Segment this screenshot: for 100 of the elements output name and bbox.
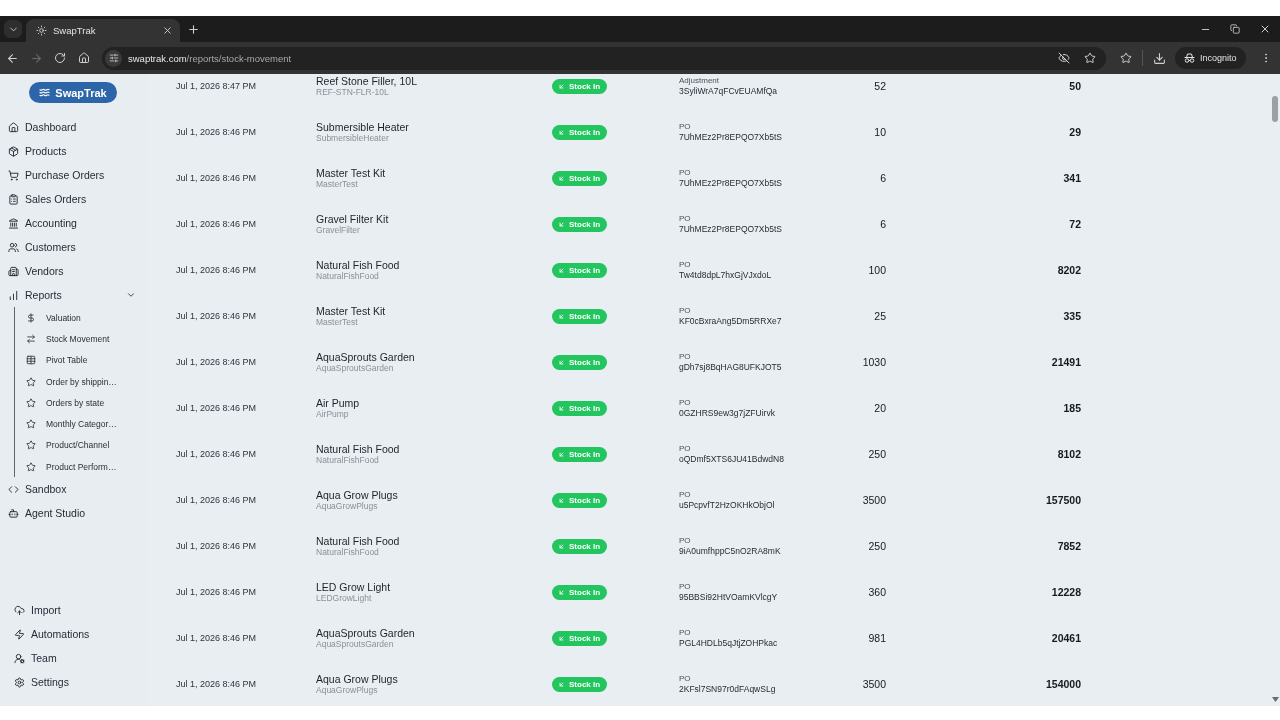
nav-sublink[interactable]: Order by shippin… <box>15 370 148 393</box>
settings-icon <box>14 676 25 688</box>
sliders-icon[interactable] <box>105 49 122 67</box>
reference-id: KF0cBxraAng5Dm5RRXe7 <box>679 316 782 327</box>
balance-value: 21491 <box>1051 356 1081 368</box>
reference-type: PO <box>679 397 691 408</box>
nav-sublink[interactable]: Product Perform… <box>15 456 148 478</box>
nav-link[interactable]: Vendors <box>0 259 148 283</box>
url-text: swaptrak.com/reports/stock-movement <box>128 52 293 64</box>
reference-id: Tw4td8dpL7hxGjVJxdoL <box>679 270 772 281</box>
tab-search-button[interactable] <box>4 20 22 38</box>
nav-link[interactable]: Dashboard <box>0 115 148 139</box>
reference-id: u5PcpvfT2HzOKHkObjOl <box>679 500 775 511</box>
address-field[interactable]: swaptrak.com/reports/stock-movement <box>102 46 1106 70</box>
reference-type: PO <box>679 259 691 270</box>
house-icon <box>8 121 19 133</box>
nav-link[interactable]: Team <box>0 646 148 670</box>
product-sku: LEDGrowLight <box>316 592 372 604</box>
product-sku: MasterTest <box>316 316 358 328</box>
nav-link[interactable]: Reports <box>0 283 148 307</box>
product-name: AquaSprouts Garden <box>316 350 415 363</box>
star-icon <box>26 397 36 408</box>
hat-glasses-icon <box>1184 53 1195 63</box>
reference-id: 9iA0umfhppC5nO2RA8mK <box>679 546 781 557</box>
nav-sublink[interactable]: Stock Movement <box>15 328 148 350</box>
nav-link[interactable]: Products <box>0 139 148 163</box>
cart-icon <box>8 169 19 181</box>
movement-label: Stock In <box>569 81 601 91</box>
nav-sublink[interactable]: Monthly Categor… <box>15 413 148 435</box>
reference-id: 7UhMEz2Pr8EPQO7Xb5tS <box>679 178 782 189</box>
movement-label: Stock In <box>569 311 601 321</box>
reference-type: PO <box>679 305 691 316</box>
arrow-left-icon <box>5 51 19 65</box>
reference-type: PO <box>679 489 691 500</box>
product-name: Submersible Heater <box>316 120 409 133</box>
nav-sublink[interactable]: Pivot Table <box>15 349 148 371</box>
nav-link[interactable]: Automations <box>0 622 148 646</box>
date-text: Jul 1, 2026 8:46 PM <box>176 679 258 689</box>
quantity-value: 6 <box>880 218 886 230</box>
balance-value: 72 <box>1069 218 1081 230</box>
date-text: Jul 1, 2026 8:47 PM <box>176 81 258 91</box>
movement-label: Stock In <box>569 495 601 505</box>
date-text: Jul 1, 2026 8:46 PM <box>176 495 258 505</box>
movement-label: Stock In <box>569 403 601 413</box>
nav-link[interactable]: Import <box>0 598 148 622</box>
movement-label: Stock In <box>569 541 601 551</box>
brand-logo[interactable]: SwapTrak <box>29 82 117 103</box>
date-text: Jul 1, 2026 8:46 PM <box>176 219 258 229</box>
product-sku: GravelFilter <box>316 224 360 236</box>
arrow-down-left-icon <box>558 404 565 412</box>
star-icon <box>26 419 36 430</box>
dollar-icon <box>26 312 36 323</box>
product-sku: SubmersibleHeater <box>316 132 389 144</box>
reference-type: PO <box>679 213 691 224</box>
date-text: Jul 1, 2026 8:46 PM <box>176 311 258 321</box>
nav-link[interactable]: Settings <box>0 670 148 694</box>
scrollbar-thumb[interactable] <box>1272 96 1278 122</box>
nav-sublink[interactable]: Product/Channel <box>15 434 148 457</box>
reference-id: 7UhMEz2Pr8EPQO7Xb5tS <box>679 224 782 235</box>
quantity-value: 250 <box>868 448 886 460</box>
robot-icon <box>8 507 19 519</box>
product-name: Master Test Kit <box>316 166 386 179</box>
quantity-value: 25 <box>874 310 886 322</box>
quantity-value: 10 <box>874 126 886 138</box>
nav-link[interactable]: Agent Studio <box>0 501 148 526</box>
movement-label: Stock In <box>569 587 601 597</box>
star-icon <box>26 461 36 472</box>
brand-name: SwapTrak <box>55 86 107 99</box>
nav-link[interactable]: Sandbox <box>0 477 148 502</box>
nav-sublink[interactable]: Valuation <box>15 307 148 329</box>
star-icon <box>1120 52 1132 64</box>
scroll-down-arrow-icon[interactable] <box>1271 697 1279 702</box>
product-sku: AquaSproutsGarden <box>316 362 394 374</box>
reference-type: PO <box>679 627 691 638</box>
balance-value: 185 <box>1063 402 1081 414</box>
download-icon <box>1152 51 1166 65</box>
people-icon <box>8 241 19 253</box>
arrow-down-left-icon <box>558 496 565 504</box>
profile-button[interactable]: Incognito <box>1175 47 1246 69</box>
product-sku: NaturalFishFood <box>316 546 379 558</box>
nav-link[interactable]: Customers <box>0 235 148 259</box>
restore-icon <box>1230 24 1240 34</box>
date-text: Jul 1, 2026 8:46 PM <box>176 587 258 597</box>
nav-link[interactable]: Accounting <box>0 211 148 235</box>
date-text: Jul 1, 2026 8:46 PM <box>176 265 258 275</box>
arrow-down-left-icon <box>558 128 565 136</box>
reference-type: PO <box>679 351 691 362</box>
nav-link[interactable]: Purchase Orders <box>0 163 148 187</box>
nav-link[interactable]: Sales Orders <box>0 187 148 211</box>
balance-value: 8202 <box>1057 264 1081 276</box>
person-gear-icon <box>14 652 25 664</box>
movement-label: Stock In <box>569 127 601 137</box>
product-name: LED Grow Light <box>316 580 391 593</box>
reference-id: 95BBSi92HtVOamKVlcgY <box>679 592 778 603</box>
reference-id: oQDmf5XTS6JU41BdwdN8 <box>679 454 784 465</box>
nav-sublink[interactable]: Orders by state <box>15 392 148 414</box>
reference-type: PO <box>679 121 691 132</box>
product-name: Aqua Grow Plugs <box>316 672 398 685</box>
arrow-down-left-icon <box>558 174 565 182</box>
browser-tab[interactable]: SwapTrak <box>26 19 180 42</box>
